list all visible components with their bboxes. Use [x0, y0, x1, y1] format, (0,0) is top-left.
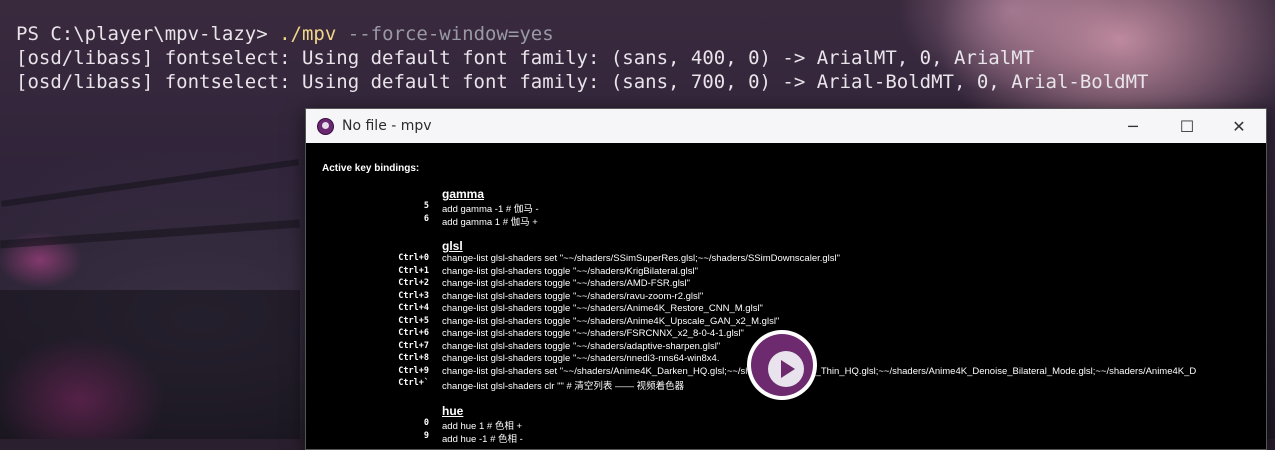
binding-key: 6 — [423, 213, 429, 224]
binding-command: change-list glsl-shaders toggle "~~/shad… — [442, 278, 691, 289]
binding-command: change-list glsl-shaders clr "" # 清空列表 —… — [442, 381, 685, 392]
terminal-command-line: PS C:\player\mpv-lazy> ./mpv --force-win… — [16, 22, 1148, 46]
wallpaper-building — [0, 290, 300, 439]
group-title-gamma: gamma — [442, 187, 485, 201]
terminal-args: --force-window=yes — [336, 23, 554, 45]
play-button[interactable] — [747, 330, 817, 400]
close-icon: ✕ — [1232, 116, 1246, 136]
group-title-hue: hue — [442, 404, 464, 418]
binding-key: Ctrl+6 — [398, 328, 429, 338]
binding-key: Ctrl+0 — [398, 253, 429, 263]
minimize-icon: ─ — [1128, 116, 1138, 136]
play-icon — [751, 334, 813, 396]
binding-key: Ctrl+2 — [398, 278, 429, 288]
binding-key: Ctrl+9 — [398, 365, 429, 376]
binding-command: change-list glsl-shaders toggle "~~/shad… — [442, 290, 704, 302]
binding-key: 0 — [423, 418, 429, 428]
binding-command: change-list glsl-shaders toggle "~~/shad… — [442, 328, 744, 339]
binding-key: Ctrl+3 — [398, 290, 429, 301]
binding-key: Ctrl+1 — [398, 265, 429, 276]
maximize-icon: ☐ — [1179, 116, 1195, 136]
binding-key: Ctrl+4 — [398, 303, 429, 313]
video-area[interactable]: Active key bindings: gamma 5 add gamma -1… — [306, 143, 1266, 449]
binding-command: change-list glsl-shaders toggle "~~/shad… — [442, 353, 720, 364]
binding-command: change-list glsl-shaders toggle "~~/shad… — [442, 265, 698, 277]
binding-key: Ctrl+` — [398, 378, 429, 388]
wallpaper-roof-line — [0, 219, 300, 249]
title-bar[interactable]: No file - mpv ─ ☐ ✕ — [306, 109, 1266, 143]
wallpaper-roof-line — [1, 159, 299, 207]
binding-key: 9 — [423, 430, 429, 441]
play-icon-triangle — [781, 360, 795, 378]
window-title: No file - mpv — [342, 118, 432, 134]
binding-key: Ctrl+5 — [398, 315, 429, 326]
minimize-button[interactable]: ─ — [1110, 109, 1156, 143]
mpv-window[interactable]: No file - mpv ─ ☐ ✕ Active key bindings:… — [305, 108, 1267, 450]
binding-command: change-list glsl-shaders toggle "~~/shad… — [442, 340, 721, 352]
terminal-line: [osd/libass] fontselect: Using default f… — [16, 71, 1149, 93]
terminal-prompt: PS C:\player\mpv-lazy> — [16, 23, 280, 45]
osd-heading: Active key bindings: — [322, 163, 420, 174]
binding-key: Ctrl+8 — [398, 353, 429, 363]
binding-key: 5 — [423, 201, 429, 211]
binding-command: change-list glsl-shaders set "~~/shaders… — [442, 365, 1197, 377]
maximize-button[interactable]: ☐ — [1164, 109, 1210, 143]
binding-command: add hue -1 # 色相 - — [442, 433, 523, 445]
terminal-output: PS C:\player\mpv-lazy> ./mpv --force-win… — [16, 22, 1148, 94]
binding-command: change-list glsl-shaders toggle "~~/shad… — [442, 315, 780, 327]
mpv-app-icon — [317, 117, 334, 135]
binding-key: Ctrl+7 — [398, 340, 429, 351]
terminal-line: [osd/libass] fontselect: Using default f… — [16, 47, 1035, 69]
binding-command: change-list glsl-shaders toggle "~~/shad… — [442, 303, 763, 314]
group-title-glsl: glsl — [442, 239, 463, 253]
close-button[interactable]: ✕ — [1216, 109, 1262, 143]
terminal-command: ./mpv — [279, 23, 337, 45]
binding-command: add gamma 1 # 伽马 + — [442, 216, 538, 228]
binding-command: change-list glsl-shaders set "~~/shaders… — [442, 253, 841, 264]
